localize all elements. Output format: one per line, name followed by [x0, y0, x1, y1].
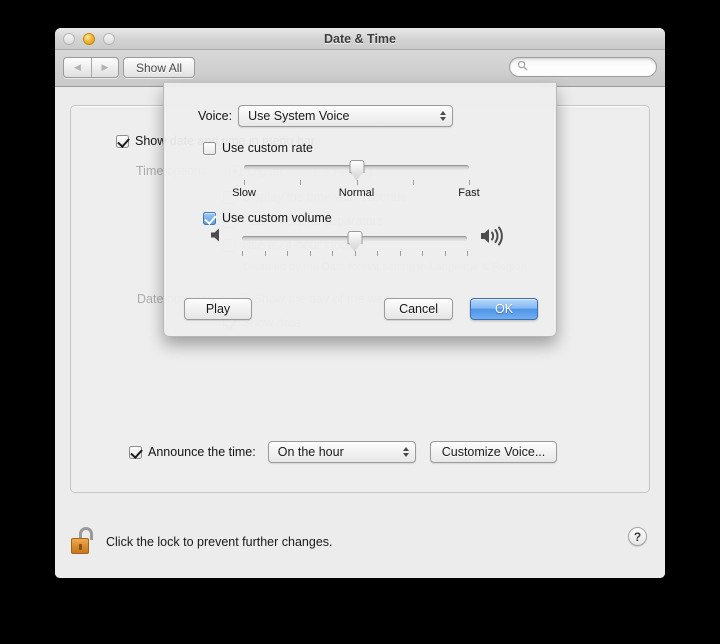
search-field[interactable]	[509, 57, 657, 77]
speaker-low-icon	[208, 226, 228, 244]
voice-popup-value: Use System Voice	[248, 109, 350, 123]
customize-voice-sheet: Voice: Use System Voice Use custom rate …	[163, 83, 557, 337]
use-custom-volume-row[interactable]: Use custom volume	[203, 211, 332, 225]
date-time-preferences-window: Date & Time ◀ ▶ Show All Show date and t…	[55, 28, 665, 578]
search-icon	[517, 58, 528, 76]
ok-button[interactable]: OK	[470, 298, 538, 320]
rate-label-normal: Normal	[338, 187, 375, 199]
announce-time-row[interactable]: Announce the time: On the hour Customize…	[129, 441, 558, 463]
back-button[interactable]: ◀	[64, 58, 91, 77]
stepper-arrows-icon	[440, 111, 447, 121]
announce-interval-popup[interactable]: On the hour	[267, 441, 416, 463]
use-custom-rate-label: Use custom rate	[222, 141, 314, 155]
announce-time-checkbox[interactable]	[129, 445, 142, 459]
zoom-button[interactable]	[103, 33, 115, 45]
voice-label: Voice:	[198, 109, 233, 123]
padlock-unlocked-icon[interactable]	[70, 527, 96, 557]
navigation-segmented-control[interactable]: ◀ ▶	[63, 57, 119, 78]
use-custom-rate-row[interactable]: Use custom rate	[203, 141, 313, 155]
voice-row: Voice: Use System Voice	[198, 105, 454, 127]
rate-slider-thumb[interactable]	[349, 160, 364, 181]
play-button[interactable]: Play	[184, 298, 252, 320]
window-toolbar: ◀ ▶ Show All	[55, 50, 665, 87]
forward-button[interactable]: ▶	[91, 58, 118, 77]
show-all-button[interactable]: Show All	[123, 57, 196, 78]
window-titlebar: Date & Time	[55, 28, 665, 50]
volume-slider-thumb[interactable]	[347, 231, 362, 252]
customize-voice-button[interactable]: Customize Voice...	[429, 441, 558, 463]
ok-button-container: OK	[470, 298, 538, 320]
show-date-time-checkbox[interactable]	[116, 134, 129, 148]
cancel-button-container: Cancel	[384, 298, 453, 320]
rate-label-fast: Fast	[458, 187, 480, 199]
use-custom-volume-checkbox[interactable]	[203, 211, 216, 225]
speaker-high-icon	[479, 226, 513, 246]
announce-interval-value: On the hour	[277, 445, 344, 459]
announce-time-label: Announce the time:	[148, 445, 256, 459]
help-button[interactable]: ?	[628, 527, 647, 546]
cancel-button[interactable]: Cancel	[384, 298, 453, 320]
search-input[interactable]	[532, 61, 642, 73]
use-custom-rate-checkbox[interactable]	[203, 141, 216, 155]
close-button[interactable]	[63, 33, 75, 45]
rate-label-slow: Slow	[232, 187, 256, 199]
lock-row[interactable]: Click the lock to prevent further change…	[70, 527, 333, 557]
lock-message: Click the lock to prevent further change…	[106, 535, 333, 549]
play-button-container: Play	[184, 298, 252, 320]
voice-popup-button[interactable]: Use System Voice	[238, 105, 454, 127]
use-custom-volume-label: Use custom volume	[222, 211, 332, 225]
window-title: Date & Time	[323, 32, 396, 46]
minimize-button[interactable]	[83, 33, 95, 45]
stepper-arrows-icon	[402, 447, 409, 457]
